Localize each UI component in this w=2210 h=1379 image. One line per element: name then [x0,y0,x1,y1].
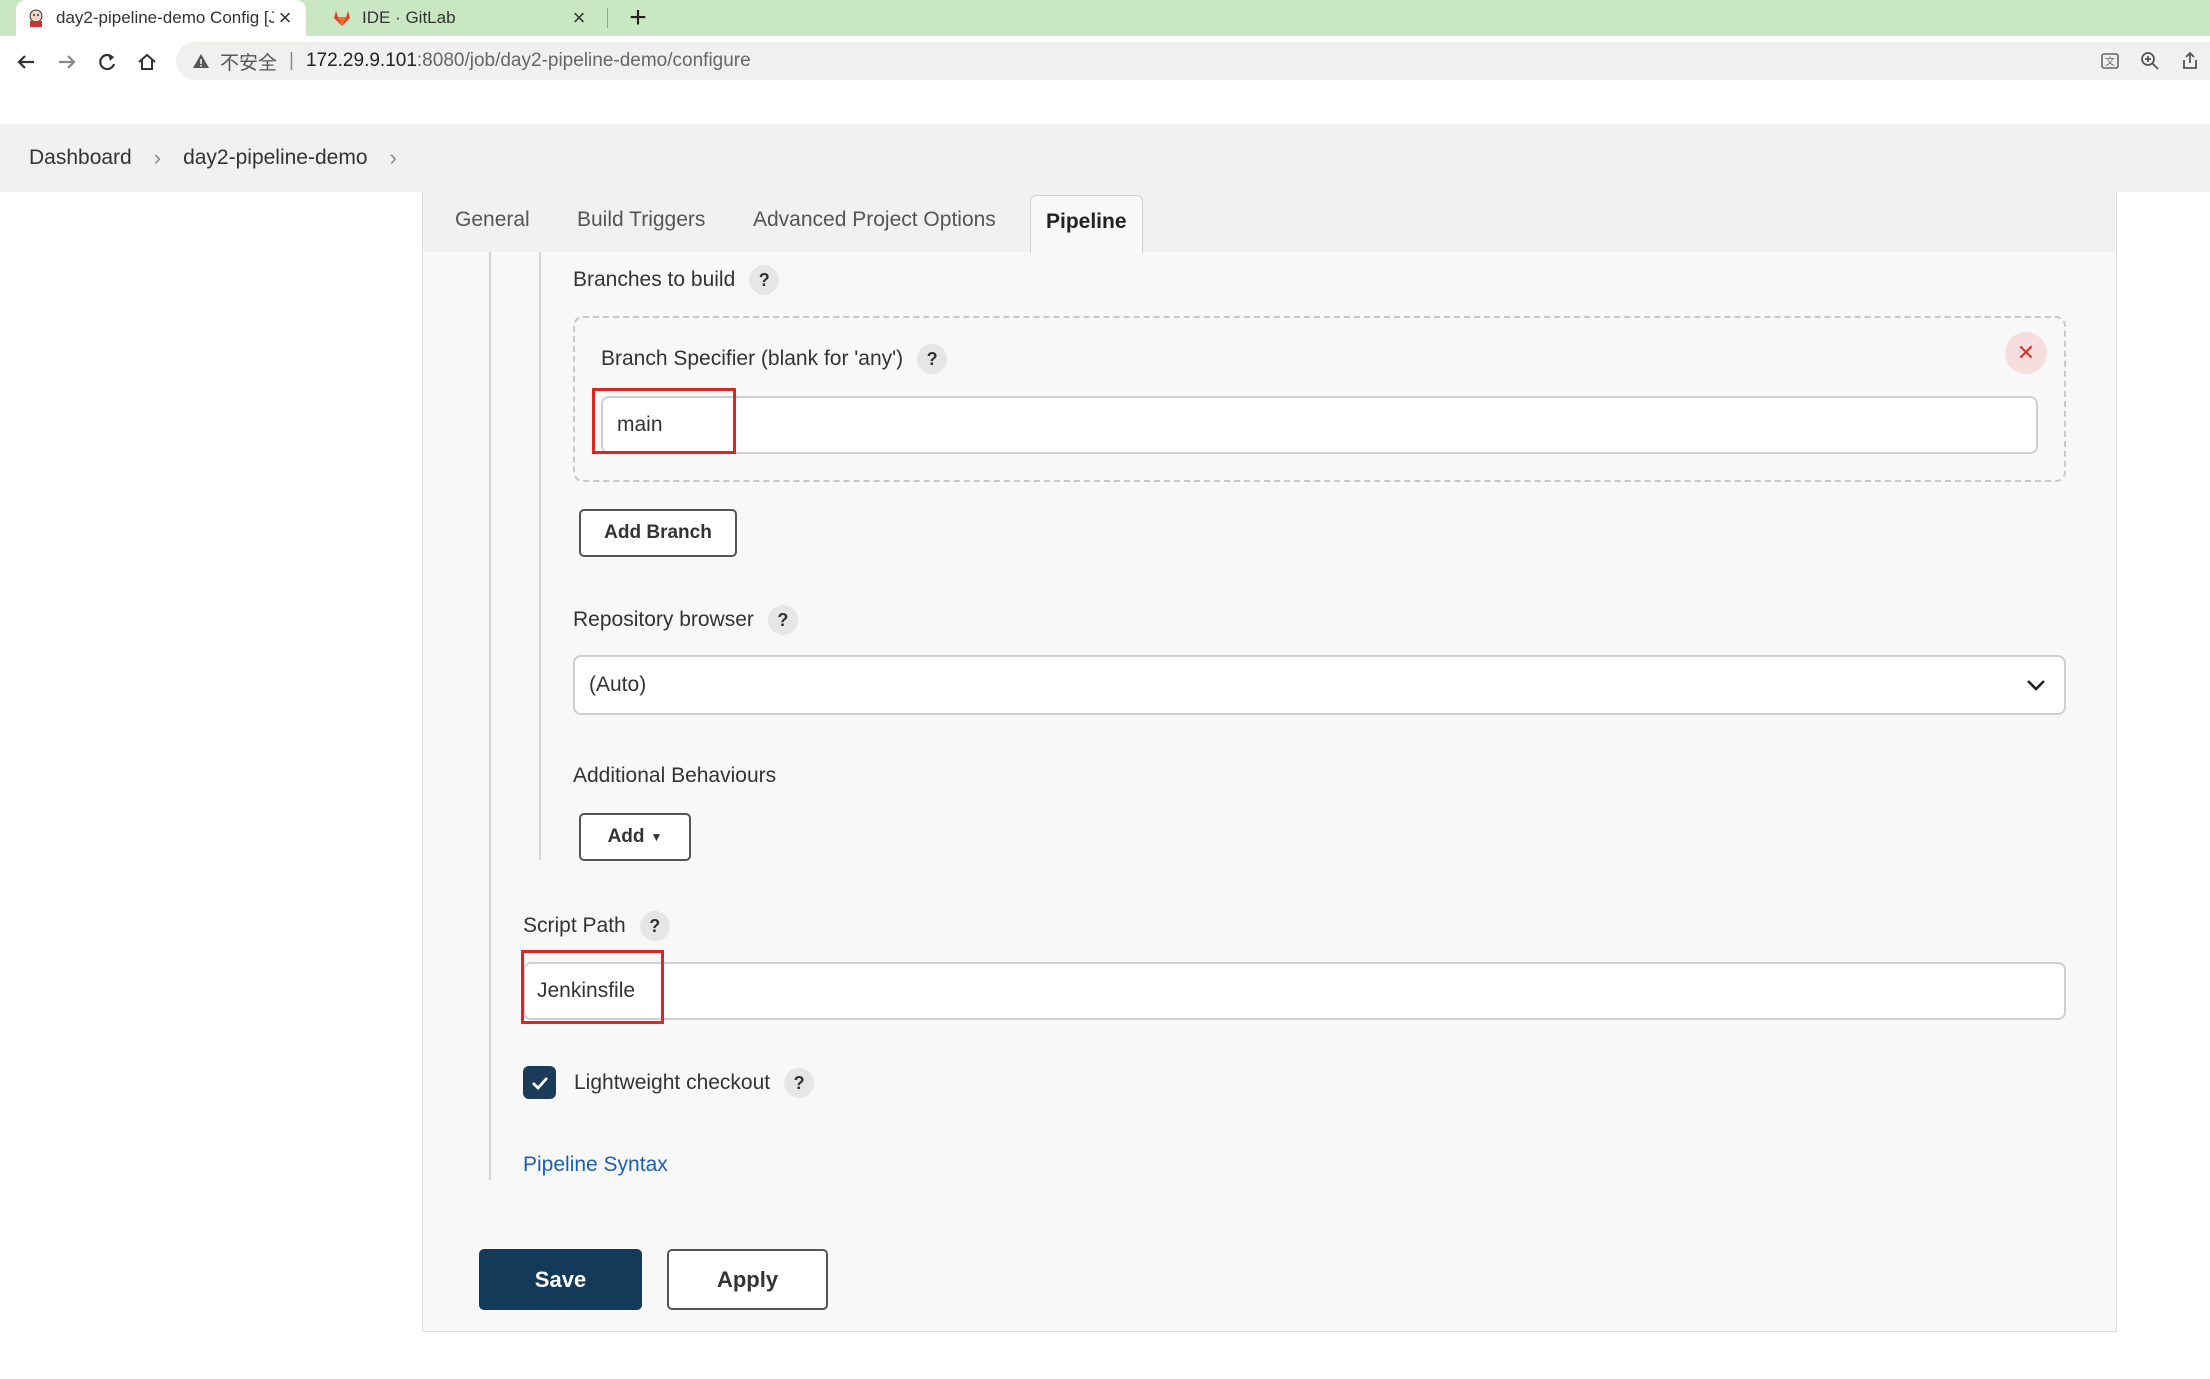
delete-branch-icon[interactable]: ✕ [2005,332,2047,374]
lightweight-checkout-label: Lightweight checkout ? [574,1068,815,1098]
browser-tabstrip: day2-pipeline-demo Config [J × IDE · Git… [0,0,2210,36]
section-guide-outer [489,252,491,1180]
add-button-label: Add [607,826,645,847]
tab-separator [607,8,608,28]
address-divider: | [289,50,294,71]
warning-icon[interactable] [190,50,212,72]
branch-specifier-input[interactable]: main [601,396,2038,454]
save-button[interactable]: Save [479,1249,642,1310]
translate-icon[interactable]: 文 [2090,51,2130,71]
tab-general[interactable]: General [455,208,530,232]
browser-toolbar: 不安全 | 172.29.9.101:8080/job/day2-pipelin… [0,36,2210,88]
branch-specifier-label: Branch Specifier (blank for 'any') ? [601,344,948,374]
address-bar[interactable]: 不安全 | 172.29.9.101:8080/job/day2-pipelin… [176,42,2210,80]
close-tab-icon[interactable]: × [568,5,590,30]
tab-title: day2-pipeline-demo Config [J [56,8,274,27]
gitlab-icon [332,8,352,28]
zoom-icon[interactable] [2130,51,2170,71]
help-icon[interactable]: ? [639,911,670,941]
help-icon[interactable]: ? [784,1068,815,1098]
forward-button[interactable] [51,46,83,78]
home-button[interactable] [131,46,163,78]
script-path-text: Script Path [523,914,626,937]
additional-behaviours-label: Additional Behaviours [573,764,777,787]
branches-label-text: Branches to build [573,268,736,291]
address-bar-actions: 文 [2090,42,2210,80]
breadcrumb-job[interactable]: day2-pipeline-demo [183,146,367,170]
repository-browser-value: (Auto) [589,673,647,696]
security-label: 不安全 [220,52,278,74]
browser-tab-gitlab[interactable]: IDE · GitLab × [322,0,600,36]
tab-pipeline[interactable]: Pipeline [1030,195,1143,253]
caret-down-icon: ▼ [650,830,663,844]
breadcrumb-dashboard[interactable]: Dashboard [29,146,132,170]
apply-button[interactable]: Apply [667,1249,828,1310]
help-icon[interactable]: ? [749,265,780,295]
tab-title: IDE · GitLab [362,8,456,27]
tab-advanced-project-options[interactable]: Advanced Project Options [753,208,996,232]
branch-specifier-text: Branch Specifier (blank for 'any') [601,347,904,370]
browser-tab-jenkins[interactable]: day2-pipeline-demo Config [J × [16,0,306,36]
url-host: 172.29.9.101 [305,50,417,71]
branches-to-build-label: Branches to build ? [573,265,780,295]
section-guide-inner [539,252,541,860]
lightweight-checkout-checkbox[interactable] [523,1066,556,1099]
chevron-right-icon: › [153,145,162,170]
share-icon[interactable] [2170,51,2210,71]
script-path-input[interactable]: Jenkinsfile [523,962,2066,1020]
chevron-down-icon [2024,673,2048,703]
highlight-box [592,388,736,454]
add-behaviour-button[interactable]: Add ▼ [579,813,691,861]
close-tab-icon[interactable]: × [274,5,296,30]
svg-text:文: 文 [2105,55,2115,68]
pipeline-syntax-link[interactable]: Pipeline Syntax [523,1153,668,1177]
tab-build-triggers[interactable]: Build Triggers [577,208,705,232]
help-icon[interactable]: ? [917,344,948,374]
chevron-right-icon[interactable]: › [390,145,397,171]
check-icon [531,1076,548,1090]
script-path-label: Script Path ? [523,911,670,941]
breadcrumb: Dashboard › day2-pipeline-demo › [0,124,2210,192]
help-icon[interactable]: ? [767,605,798,635]
new-tab-button[interactable]: + [622,1,654,34]
highlight-box [521,950,664,1024]
add-branch-button[interactable]: Add Branch [579,509,737,557]
back-button[interactable] [10,46,42,78]
jenkins-icon [26,8,46,28]
lightweight-checkout-text[interactable]: Lightweight checkout [574,1071,770,1095]
repository-browser-select[interactable]: (Auto) [573,655,2066,715]
repository-browser-label: Repository browser ? [573,605,798,635]
repository-browser-text: Repository browser [573,608,754,631]
config-tabs: General Build Triggers Advanced Project … [422,192,2117,253]
reload-button[interactable] [91,46,123,78]
url-path: :8080/job/day2-pipeline-demo/configure [416,50,751,71]
